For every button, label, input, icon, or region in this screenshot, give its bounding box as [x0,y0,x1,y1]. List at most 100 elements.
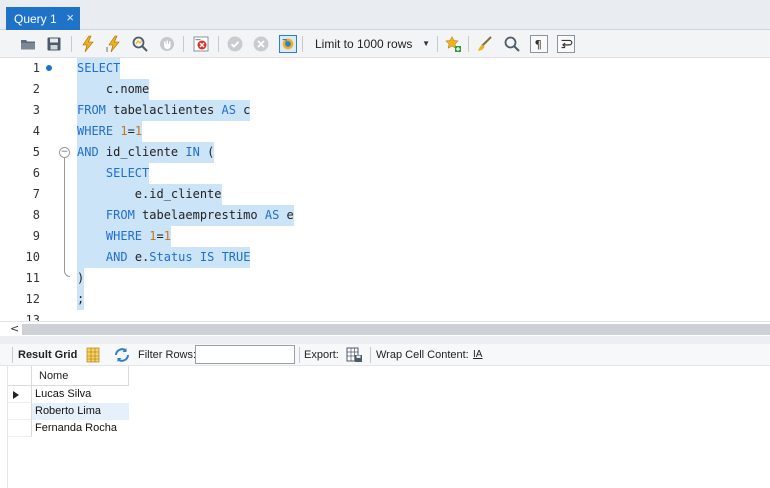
limit-rows-select[interactable]: Limit to 1000 rows ▼ [306,34,436,54]
code-line[interactable]: WHERE 1=1 [77,226,171,247]
sql-text: c.nome [77,82,150,96]
sql-number: 1 [149,229,157,243]
code-line[interactable]: e.id_cliente [77,184,222,205]
commit-icon[interactable] [226,35,244,53]
sql-text: tabelaemprestimo [134,208,265,222]
grid-rows: Lucas Silva Roberto Lima Fernanda Rocha [8,386,129,437]
wrap-cell-content-label: Wrap Cell Content: [376,349,469,361]
refresh-icon[interactable] [113,346,131,364]
code-line[interactable]: SELECT [77,163,150,184]
result-grid[interactable]: Nome Lucas Silva Roberto Lima Fernanda Roc… [8,366,129,437]
execute-icon[interactable] [79,35,97,53]
export-icon[interactable] [345,346,363,364]
svg-text:¶: ¶ [535,37,542,51]
row-indicator[interactable] [8,386,32,403]
find-icon[interactable] [503,35,521,53]
result-grid-label: Result Grid [18,349,78,361]
selected-text: e.id_cliente [77,184,222,205]
selected-text: WHERE 1=1 [77,121,143,142]
tab-query-1[interactable]: Query 1 × [6,7,80,30]
wrap-icon[interactable] [557,35,575,53]
svg-text:I: I [106,46,108,53]
selected-text: FROM tabelaemprestimo AS e [77,205,294,226]
autocommit-icon[interactable] [279,35,297,53]
grid-view-icon[interactable] [84,346,102,364]
limit-rows-value: Limit to 1000 rows [315,37,413,51]
line-number: 10 [25,250,40,264]
explain-icon[interactable] [131,35,149,53]
selected-text: WHERE 1=1 [77,226,171,247]
sql-number: 1 [120,124,128,138]
stop-icon[interactable] [158,35,176,53]
rollback-icon[interactable] [252,35,270,53]
line-number: 8 [32,208,40,222]
selected-text: c.nome [77,79,150,100]
selected-text: SELECT [77,163,150,184]
result-toolbar: Result Grid Filter Rows: Export: Wrap Ce… [0,344,770,366]
selected-text: ) [77,268,85,289]
code-line[interactable]: SELECT [77,58,121,79]
toolbar-separator [183,36,184,52]
editor-horizontal-scrollbar[interactable]: < [0,321,770,336]
execute-current-icon[interactable]: I [105,35,123,53]
sql-editor-toolbar: I Limit to 1000 rows ▼ ¶ [0,30,770,58]
selected-text: ; [77,289,85,310]
code-line[interactable]: FROM tabelaclientes AS c [77,100,251,121]
code-line[interactable]: AND e.Status IS TRUE [77,247,251,268]
cell-nome[interactable]: Fernanda Rocha [32,420,129,437]
sql-text: = [127,124,135,138]
toggle-error-icon[interactable] [192,35,210,53]
code-line[interactable]: ; [77,289,85,310]
table-row[interactable]: Fernanda Rocha [8,420,129,437]
grid-header-row: Nome [8,366,129,386]
code-line[interactable]: FROM tabelaemprestimo AS e [77,205,294,226]
code-line[interactable]: c.nome [77,79,150,100]
toolbar-separator [71,36,72,52]
filter-rows-label: Filter Rows: [138,349,197,361]
toolbar-separator [218,36,219,52]
line-number-gutter: − 1 2 3 4 5 6 7 8 9 10 11 12 13 [0,58,72,321]
table-row[interactable]: Lucas Silva [8,386,129,403]
code-line[interactable]: AND id_cliente IN ( [77,142,215,163]
wrap-cell-content-icon[interactable]: IA [473,348,482,362]
add-snippet-icon[interactable] [444,35,462,53]
row-indicator[interactable] [8,420,32,437]
filter-rows-input[interactable] [195,345,295,364]
sql-keyword: AND [105,250,128,264]
fold-toggle-icon[interactable]: − [59,147,70,158]
sql-keyword: WHERE [77,124,114,138]
grid-corner [8,366,32,386]
save-icon[interactable] [45,35,63,53]
sql-keyword: FROM [77,103,106,117]
sql-text: e.id_cliente [77,187,222,201]
sql-keyword: FROM [105,208,135,222]
sql-number: 1 [163,229,171,243]
current-statement-marker [46,65,52,71]
code-line[interactable]: ) [77,268,85,289]
table-row[interactable]: Roberto Lima [8,403,129,420]
sql-editor[interactable]: − 1 2 3 4 5 6 7 8 9 10 11 12 13 SELECT c.nome FROM ta… [0,58,770,321]
toolbar-separator [437,36,438,52]
panel-splitter[interactable] [0,336,770,344]
scrollbar-thumb[interactable] [22,324,770,335]
sql-text: e [279,208,294,222]
line-number: 9 [32,229,40,243]
row-indicator[interactable] [8,403,32,420]
folder-open-icon[interactable] [19,35,37,53]
line-number: 4 [32,124,40,138]
tab-close-icon[interactable]: × [66,10,74,25]
selected-text: SELECT [77,58,121,79]
scroll-left-icon[interactable]: < [10,322,19,335]
toolbar-separator [370,347,371,363]
line-number: 5 [32,145,40,159]
cell-nome[interactable]: Lucas Silva [32,386,129,403]
invisible-chars-icon[interactable]: ¶ [530,35,548,53]
code-line[interactable]: WHERE 1=1 [77,121,143,142]
column-header-nome[interactable]: Nome [32,366,129,386]
cell-nome[interactable]: Roberto Lima [32,403,129,420]
line-number: 3 [32,103,40,117]
beautify-icon[interactable] [476,35,494,53]
